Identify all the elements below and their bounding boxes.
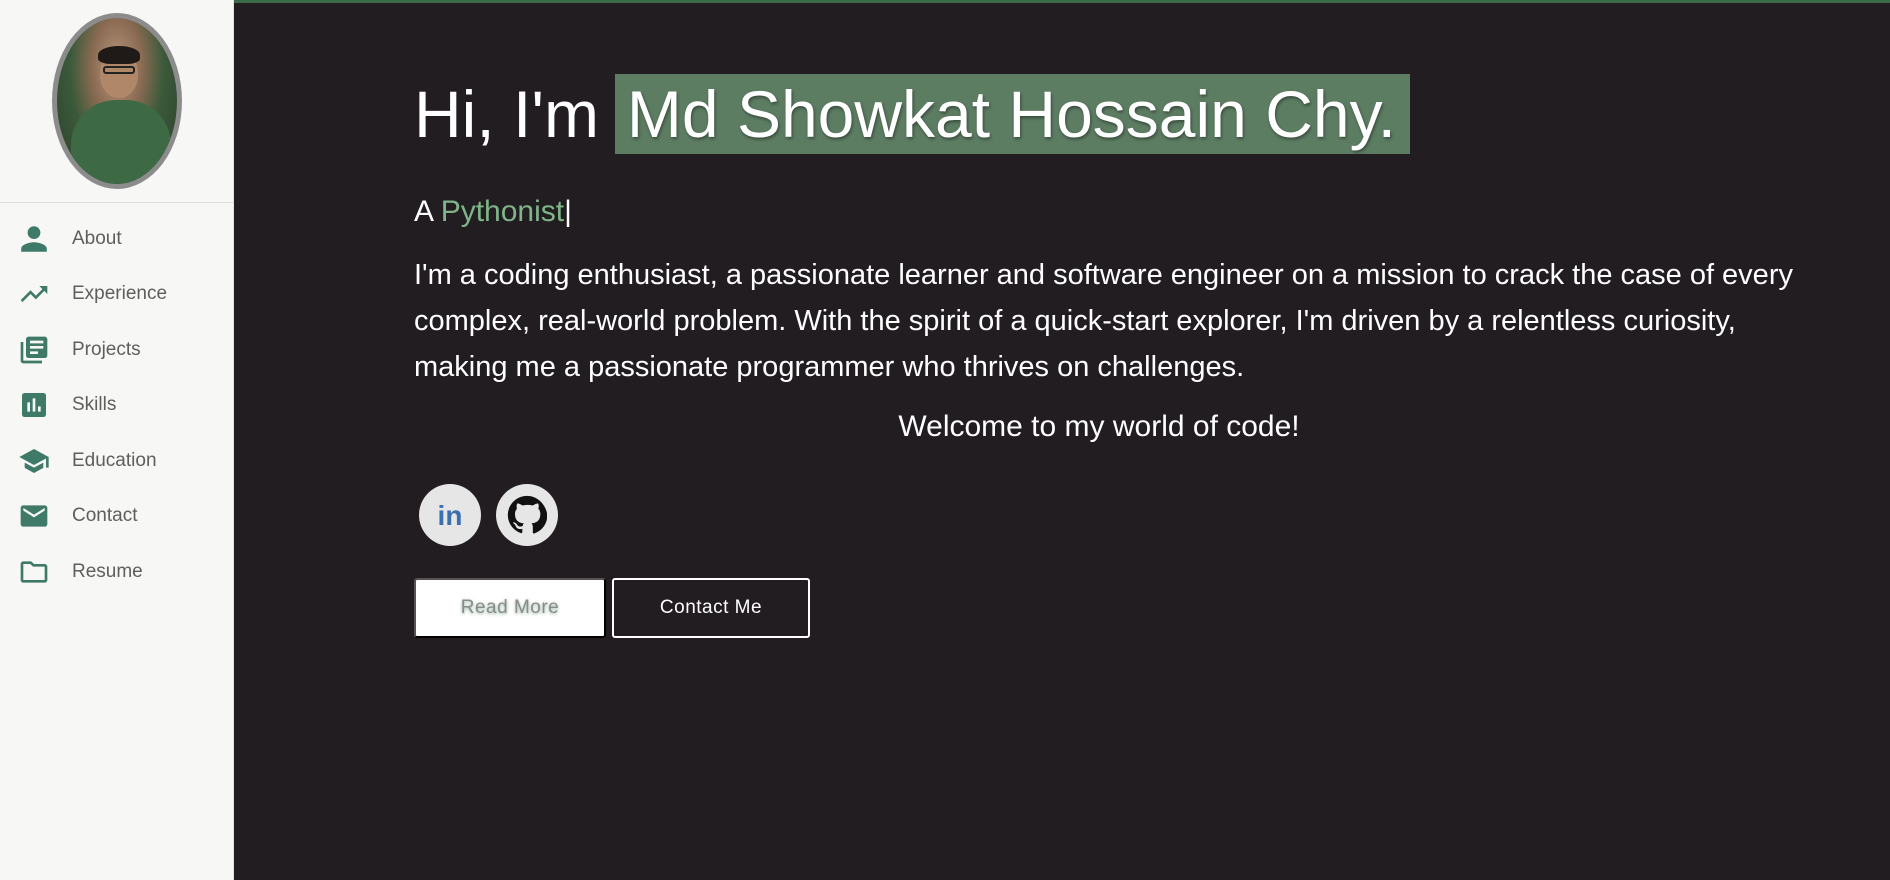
article-icon bbox=[17, 333, 51, 367]
person-icon bbox=[17, 222, 51, 256]
social-links: in bbox=[419, 484, 558, 546]
sidebar-item-education[interactable]: Education bbox=[0, 433, 233, 489]
linkedin-link[interactable]: in bbox=[419, 484, 481, 546]
role-typed-text: Pythonist bbox=[440, 195, 565, 228]
linkedin-icon: in bbox=[438, 500, 463, 531]
svg-text:in: in bbox=[438, 500, 463, 531]
sidebar-item-experience[interactable]: Experience bbox=[0, 267, 233, 323]
sidebar-nav: About Experience Projects Skills Educati… bbox=[0, 203, 233, 600]
avatar bbox=[51, 13, 182, 189]
typing-cursor: | bbox=[564, 195, 572, 228]
github-icon bbox=[507, 495, 547, 534]
mail-icon bbox=[17, 499, 51, 533]
graduation-cap-icon bbox=[17, 444, 51, 478]
sidebar-item-label: Contact bbox=[72, 505, 138, 527]
greeting-text: Hi, I'm bbox=[414, 77, 599, 151]
sidebar-item-label: About bbox=[72, 227, 122, 249]
bar-chart-icon bbox=[17, 388, 51, 422]
sidebar-item-label: Education bbox=[72, 449, 157, 471]
contact-me-button[interactable]: Contact Me bbox=[612, 578, 810, 638]
sidebar-item-label: Resume bbox=[72, 560, 143, 582]
trending-up-icon bbox=[17, 277, 51, 311]
welcome-text: Welcome to my world of code! bbox=[898, 410, 1300, 443]
read-more-button[interactable]: Read More bbox=[414, 578, 606, 638]
sidebar-item-label: Experience bbox=[72, 283, 168, 305]
avatar-area bbox=[0, 0, 233, 203]
sidebar: About Experience Projects Skills Educati… bbox=[0, 0, 234, 880]
sidebar-item-about[interactable]: About bbox=[0, 211, 233, 267]
sidebar-item-projects[interactable]: Projects bbox=[0, 322, 233, 378]
bio-paragraph: I'm a coding enthusiast, a passionate le… bbox=[414, 259, 1793, 383]
hero-title: Hi, I'm Md Showkat Hossain Chy. bbox=[414, 74, 1411, 154]
sidebar-item-contact[interactable]: Contact bbox=[0, 489, 233, 545]
sidebar-item-resume[interactable]: Resume bbox=[0, 544, 233, 600]
sidebar-item-label: Skills bbox=[72, 394, 117, 416]
name-highlight: Md Showkat Hossain Chy. bbox=[614, 74, 1411, 154]
role-prefix: A bbox=[414, 195, 433, 228]
cta-buttons: Read More Contact Me bbox=[414, 578, 810, 638]
role-line: A Pythonist| bbox=[414, 195, 572, 229]
sidebar-item-label: Projects bbox=[72, 338, 141, 360]
folder-icon bbox=[17, 555, 51, 589]
top-accent-line bbox=[0, 0, 1890, 3]
github-link[interactable] bbox=[496, 484, 558, 546]
sidebar-item-skills[interactable]: Skills bbox=[0, 378, 233, 434]
